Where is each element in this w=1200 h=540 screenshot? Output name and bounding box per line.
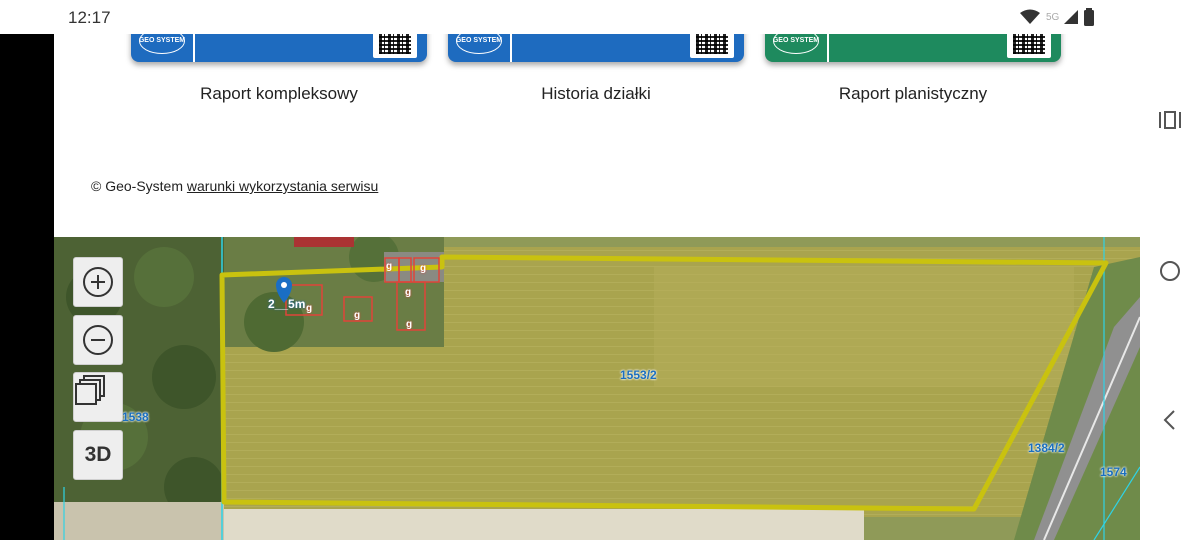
status-time: 12:17: [68, 8, 111, 27]
report-label-kompleksowy[interactable]: Raport kompleksowy: [131, 84, 427, 104]
parcel-label-1384-2: 1384/2: [1028, 441, 1065, 455]
back-icon[interactable]: [1158, 408, 1182, 432]
copyright-text: © Geo-System: [91, 178, 184, 194]
building-label: g: [405, 287, 412, 298]
zoom-out-button[interactable]: [73, 315, 123, 365]
network-type: 5G: [1046, 11, 1060, 23]
aerial-map[interactable]: [54, 237, 1140, 540]
3d-view-button[interactable]: 3D: [73, 430, 123, 480]
wifi-icon: [1020, 9, 1040, 24]
web-content: GEO SYSTEM GEO SYSTEM GEO SYSTEM Raport …: [54, 0, 1140, 540]
building-label: g: [420, 263, 427, 274]
status-icons: 5G: [1020, 6, 1095, 28]
recents-icon[interactable]: [1158, 110, 1182, 130]
3d-label: 3D: [84, 443, 112, 466]
layers-icon: [75, 375, 105, 405]
layers-button[interactable]: [73, 372, 123, 422]
map-view[interactable]: 2__5m g g g g g g 1553/2 1538 1384/2 157…: [54, 237, 1140, 540]
parcel-label-1553-2: 1553/2: [620, 368, 657, 382]
battery-icon: [1084, 8, 1095, 26]
parcel-label-1574: 1574: [1100, 465, 1127, 479]
building-label: g: [354, 310, 361, 321]
building-label: g: [306, 303, 313, 314]
report-label-historia[interactable]: Historia działki: [448, 84, 744, 104]
zoom-in-button[interactable]: [73, 257, 123, 307]
building-label: g: [406, 319, 413, 330]
parcel-label-1538: 1538: [122, 410, 149, 424]
signal-icon: [1064, 10, 1079, 24]
copyright-footer: © Geo-System warunki wykorzystania serwi…: [91, 178, 378, 194]
minus-icon: [83, 325, 113, 355]
terms-link[interactable]: warunki wykorzystania serwisu: [187, 178, 378, 194]
building-label: g: [386, 261, 393, 272]
home-icon[interactable]: [1158, 259, 1182, 283]
status-bar: 12:17 5G: [0, 0, 1200, 34]
qr-code-icon: [690, 30, 734, 58]
left-screen-edge: [0, 0, 54, 540]
qr-code-icon: [373, 30, 417, 58]
plus-icon: [83, 267, 113, 297]
pin-measure-label: 2__5m: [268, 297, 306, 311]
qr-code-icon: [1007, 30, 1051, 58]
report-label-planistyczny[interactable]: Raport planistyczny: [765, 84, 1061, 104]
